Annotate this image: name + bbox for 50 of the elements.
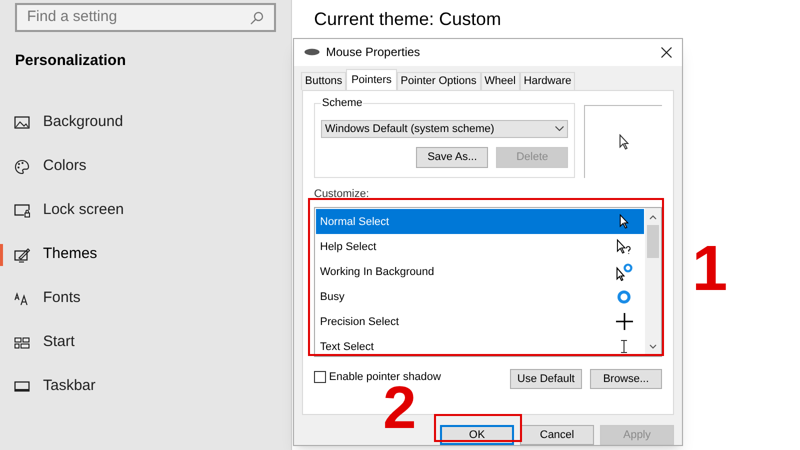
list-item[interactable]: Working In Background (316, 259, 644, 284)
mouse-icon (304, 48, 320, 56)
section-heading: Personalization (15, 51, 126, 71)
tab[interactable]: Buttons (301, 72, 346, 90)
nav-item[interactable]: Taskbar (0, 364, 291, 408)
list-item[interactable]: Help Select (316, 234, 644, 260)
list-item[interactable]: Precision Select (316, 309, 644, 334)
list-button[interactable]: Browse... (590, 369, 662, 390)
text-cursor-icon (621, 340, 627, 354)
chevron-down-icon (555, 126, 564, 132)
tab[interactable]: Wheel (480, 72, 520, 90)
checkbox-label: Enable pointer shadow (329, 370, 441, 386)
dialog-button[interactable]: Cancel (520, 425, 594, 445)
tab[interactable]: Pointer Options (396, 72, 480, 90)
cursor-icon (619, 214, 629, 230)
scrollbar[interactable] (645, 208, 661, 356)
checkbox[interactable] (314, 371, 326, 384)
spinner-icon (617, 290, 631, 304)
nav-item[interactable]: Colors (0, 144, 291, 188)
close-icon[interactable] (661, 46, 672, 58)
help-cursor-icon (616, 239, 632, 254)
window-title: Mouse Properties (326, 44, 420, 62)
tiles-icon (14, 334, 30, 350)
list-label: Customize: (314, 186, 370, 202)
nav-item[interactable]: Fonts (0, 276, 291, 320)
palette-icon (14, 158, 30, 174)
dialog-button[interactable]: OK (440, 425, 514, 445)
cursor-icon (618, 134, 629, 150)
themes-icon (14, 246, 30, 262)
list-item[interactable]: Text Select (316, 334, 644, 360)
search-icon (250, 10, 264, 24)
nav-item[interactable]: Start (0, 320, 291, 364)
nav-item[interactable]: Lock screen (0, 188, 291, 232)
list-button[interactable]: Use Default (510, 369, 582, 390)
step-number: 1 (692, 236, 728, 300)
busy-cursor-icon (616, 262, 632, 281)
nav-item[interactable]: Background (0, 100, 291, 144)
taskbar-icon (14, 378, 30, 394)
page-title: Current theme: Custom (314, 8, 502, 31)
list-item[interactable]: Busy (316, 284, 644, 310)
list-item[interactable]: Normal Select (316, 209, 644, 234)
crosshair-icon (616, 313, 632, 330)
search-field[interactable]: Find a setting (15, 3, 276, 32)
fonts-icon (14, 290, 30, 306)
picture-icon (14, 114, 30, 130)
lock-screen-icon (14, 202, 30, 218)
tab[interactable]: Pointers (346, 68, 397, 91)
tab[interactable]: Hardware (520, 72, 576, 90)
scheme-dropdown[interactable]: Windows Default (system scheme) (321, 120, 568, 138)
scheme-button[interactable]: Save As... (416, 146, 488, 168)
